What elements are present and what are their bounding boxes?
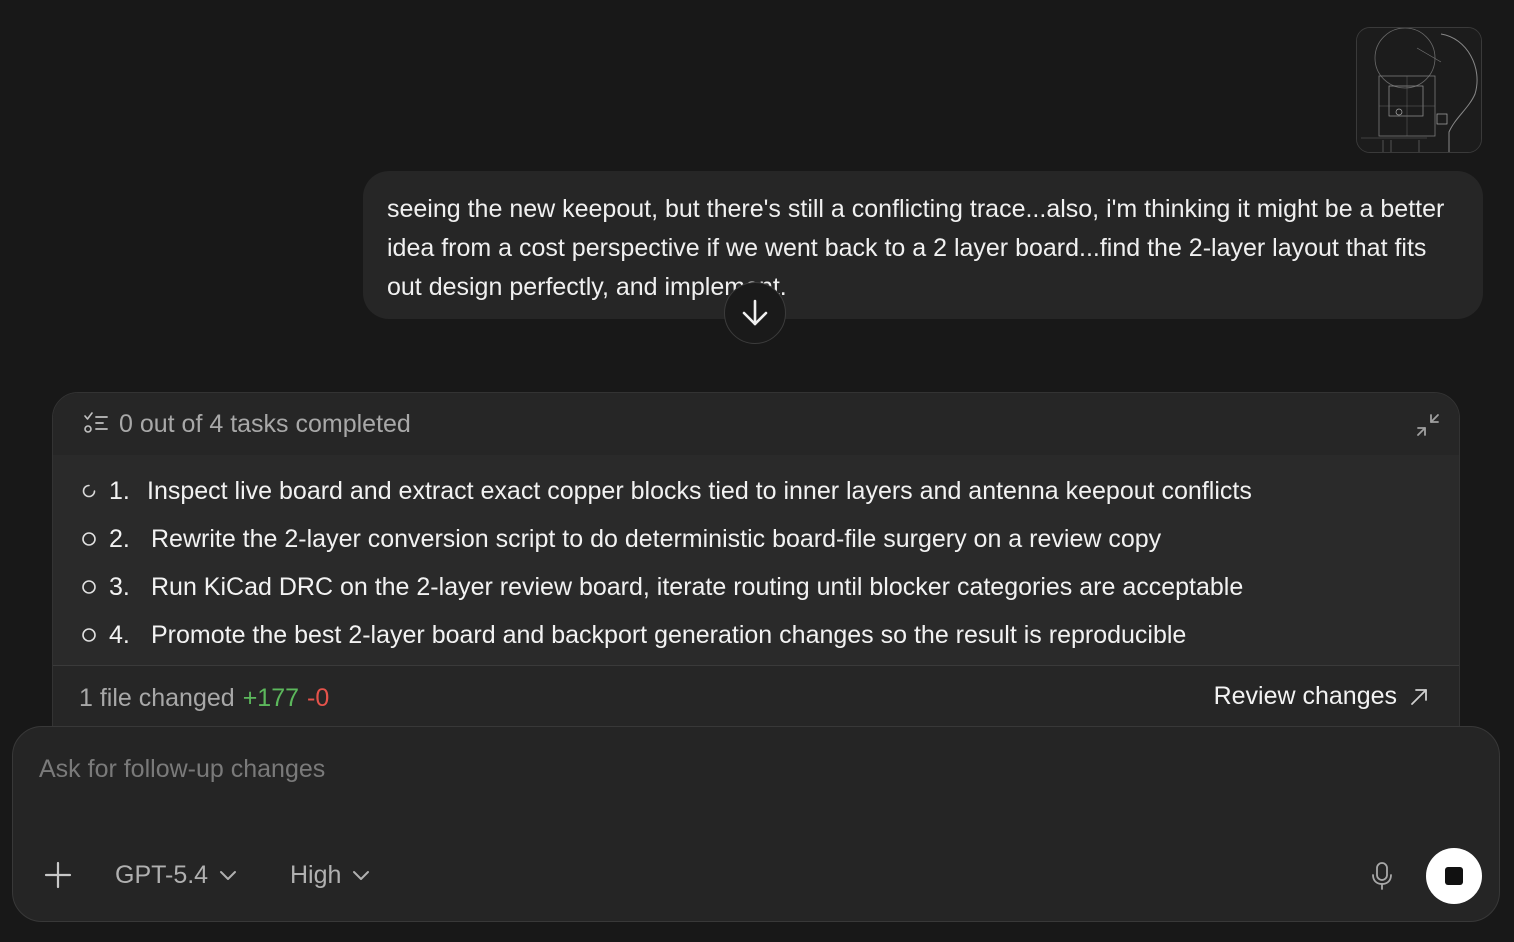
task-text: Rewrite the 2-layer conversion script to… bbox=[151, 524, 1162, 553]
add-attachment-icon[interactable] bbox=[43, 860, 73, 890]
collapse-icon[interactable] bbox=[1415, 412, 1441, 438]
pending-circle-icon bbox=[81, 579, 97, 595]
task-item: 3. Run KiCad DRC on the 2-layer review b… bbox=[53, 563, 1459, 611]
effort-label: High bbox=[290, 861, 342, 889]
task-number: 1. bbox=[109, 476, 130, 505]
pending-circle-icon bbox=[81, 531, 97, 547]
composer: GPT-5.4 High bbox=[12, 726, 1500, 922]
checklist-icon bbox=[84, 412, 108, 433]
task-list: 1. Inspect live board and extract exact … bbox=[53, 455, 1459, 665]
reasoning-effort-selector[interactable]: High bbox=[290, 861, 371, 890]
model-selector[interactable]: GPT-5.4 bbox=[115, 861, 238, 890]
pending-circle-icon bbox=[81, 627, 97, 643]
task-text: Run KiCad DRC on the 2-layer review boar… bbox=[151, 572, 1244, 601]
chevron-down-icon bbox=[353, 870, 370, 880]
user-message-text: seeing the new keepout, but there's stil… bbox=[387, 195, 1445, 301]
stop-icon bbox=[1445, 867, 1463, 885]
chevron-down-icon bbox=[220, 870, 237, 880]
deletions-count: -0 bbox=[307, 683, 330, 712]
scroll-to-bottom-button[interactable] bbox=[724, 282, 786, 344]
arrow-up-right-icon bbox=[1411, 688, 1427, 705]
tasks-summary: 0 out of 4 tasks completed bbox=[119, 409, 411, 438]
review-changes-button[interactable]: Review changes bbox=[1214, 682, 1429, 711]
microphone-icon[interactable] bbox=[1369, 861, 1395, 891]
task-number: 3. bbox=[109, 572, 130, 601]
task-item: 2. Rewrite the 2-layer conversion script… bbox=[53, 515, 1459, 563]
task-text: Inspect live board and extract exact cop… bbox=[147, 476, 1252, 505]
task-item: 1. Inspect live board and extract exact … bbox=[53, 467, 1459, 515]
task-item: 4. Promote the best 2-layer board and ba… bbox=[53, 611, 1459, 659]
additions-count: +177 bbox=[242, 683, 299, 712]
chat-view: seeing the new keepout, but there's stil… bbox=[0, 0, 1514, 942]
tasks-header[interactable]: 0 out of 4 tasks completed bbox=[53, 393, 1459, 455]
attached-image-thumbnail[interactable] bbox=[1356, 27, 1482, 153]
spinner-icon bbox=[81, 483, 97, 499]
tasks-panel: 0 out of 4 tasks completed 1. Inspect li… bbox=[52, 392, 1460, 752]
review-changes-label: Review changes bbox=[1213, 682, 1397, 710]
arrow-down-icon bbox=[742, 299, 768, 326]
task-number: 2. bbox=[109, 524, 130, 553]
user-message-bubble: seeing the new keepout, but there's stil… bbox=[363, 171, 1483, 319]
task-text: Promote the best 2-layer board and backp… bbox=[151, 620, 1187, 649]
follow-up-input[interactable] bbox=[39, 755, 1339, 784]
pcb-layout-thumbnail-icon bbox=[1357, 28, 1481, 152]
model-label: GPT-5.4 bbox=[115, 861, 209, 889]
stop-generation-button[interactable] bbox=[1426, 848, 1482, 904]
files-changed-label: 1 file changed bbox=[79, 683, 235, 712]
changes-footer: 1 file changed +177 -0 Review changes bbox=[53, 665, 1459, 730]
task-number: 4. bbox=[109, 620, 130, 649]
